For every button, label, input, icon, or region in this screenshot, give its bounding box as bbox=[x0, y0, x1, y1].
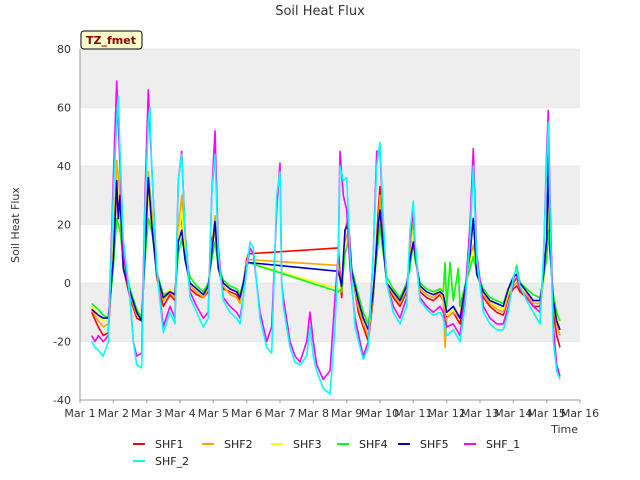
x-tick-label: Mar 6 bbox=[231, 407, 262, 420]
y-tick-labels: -40 -20 0 20 40 60 80 bbox=[53, 43, 71, 407]
y-tick-label: 80 bbox=[57, 43, 71, 56]
legend-label: SHF_1 bbox=[486, 438, 520, 451]
legend: SHF1 SHF2 SHF3 SHF4 SHF5 SHF_1 SHF_2 bbox=[133, 438, 520, 468]
band-shade bbox=[80, 166, 580, 225]
x-tick-label: Mar 1 bbox=[64, 407, 95, 420]
y-tick-label: -20 bbox=[53, 336, 71, 349]
x-tick-label: Mar 5 bbox=[198, 407, 229, 420]
site-badge-label: TZ_fmet bbox=[86, 34, 136, 47]
x-tick-label: Mar 4 bbox=[164, 407, 195, 420]
x-tick-label: Mar 16 bbox=[561, 407, 599, 420]
chart-title: Soil Heat Flux bbox=[275, 4, 365, 19]
legend-label: SHF1 bbox=[155, 438, 184, 451]
legend-item-shf3: SHF3 bbox=[271, 438, 322, 451]
x-tick-label: Mar 3 bbox=[131, 407, 162, 420]
x-tick-labels: Mar 1 Mar 2 Mar 3 Mar 4 Mar 5 Mar 6 Mar 7 Mar 8… bbox=[64, 400, 599, 420]
y-tick-label: -40 bbox=[53, 394, 71, 407]
x-tick-label: Mar 2 bbox=[98, 407, 129, 420]
legend-item-shf-1: SHF_1 bbox=[464, 438, 520, 451]
y-tick-label: 20 bbox=[57, 219, 71, 232]
legend-item-shf5: SHF5 bbox=[398, 438, 449, 451]
x-tick-label: Mar 9 bbox=[331, 407, 362, 420]
y-tick-label: 0 bbox=[64, 277, 71, 290]
band-shade bbox=[80, 49, 580, 108]
x-tick-label: Mar 7 bbox=[264, 407, 295, 420]
legend-label: SHF4 bbox=[359, 438, 388, 451]
legend-item-shf-2: SHF_2 bbox=[133, 455, 189, 468]
chart-svg: Soil Heat Flux -40-20020406080 Mar 1 Mar … bbox=[9, 4, 599, 468]
legend-label: SHF_2 bbox=[155, 455, 189, 468]
legend-label: SHF5 bbox=[420, 438, 449, 451]
y-tick-label: 60 bbox=[57, 102, 71, 115]
band-shade bbox=[80, 283, 580, 342]
y-tick-label: 40 bbox=[57, 160, 71, 173]
x-axis-label: Time bbox=[550, 423, 578, 436]
legend-item-shf1: SHF1 bbox=[133, 438, 184, 451]
legend-item-shf4: SHF4 bbox=[337, 438, 388, 451]
legend-item-shf2: SHF2 bbox=[202, 438, 253, 451]
x-tick-label: Mar 8 bbox=[298, 407, 329, 420]
site-badge: TZ_fmet bbox=[80, 30, 143, 50]
y-axis-label: Soil Heat Flux bbox=[9, 187, 22, 263]
legend-label: SHF2 bbox=[224, 438, 253, 451]
legend-label: SHF3 bbox=[293, 438, 322, 451]
